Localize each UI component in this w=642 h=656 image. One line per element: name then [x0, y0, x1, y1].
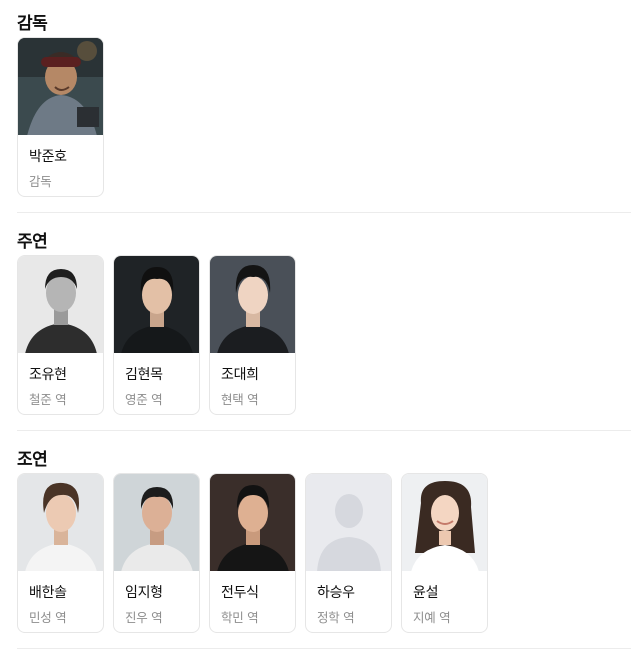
person-name: 김현목	[125, 367, 163, 383]
person-name: 윤설	[413, 585, 439, 601]
section-title-supporting: 조연	[17, 450, 48, 470]
person-name: 박준호	[29, 149, 67, 165]
person-photo	[114, 256, 199, 353]
person-photo	[18, 256, 103, 353]
person-role: 민성 역	[29, 610, 67, 625]
person-card[interactable]: 하승우 정학 역	[305, 473, 392, 633]
person-name: 배한솔	[29, 585, 67, 601]
person-card[interactable]: 박준호 감독	[17, 37, 104, 197]
person-role: 영준 역	[125, 392, 163, 407]
person-card[interactable]: 배한솔 민성 역	[17, 473, 104, 633]
person-card[interactable]: 조대희 현택 역	[209, 255, 296, 415]
person-card[interactable]: 임지형 진우 역	[113, 473, 200, 633]
person-name: 조유현	[29, 367, 67, 383]
person-card[interactable]: 윤설 지예 역	[401, 473, 488, 633]
section-divider	[17, 430, 631, 431]
person-photo	[210, 256, 295, 353]
supporting-section: 조연 배한솔 민성 역 임지형 진우 역 전두식 학민 역 하승우 정학 역 윤…	[17, 448, 631, 633]
person-photo	[18, 474, 103, 571]
person-photo	[210, 474, 295, 571]
person-role: 정학 역	[317, 610, 355, 625]
person-role: 감독	[29, 174, 52, 189]
lead-section: 주연 조유현 철준 역 김현목 영준 역 조대희 현택 역	[17, 230, 631, 415]
person-role: 지예 역	[413, 610, 451, 625]
person-photo	[114, 474, 199, 571]
section-title-lead: 주연	[17, 232, 48, 252]
person-card[interactable]: 김현목 영준 역	[113, 255, 200, 415]
person-photo	[402, 474, 487, 571]
person-photo	[18, 38, 103, 135]
director-section: 감독 박준호 감독	[17, 12, 631, 197]
person-role: 철준 역	[29, 392, 67, 407]
section-divider	[17, 648, 631, 649]
person-role: 학민 역	[221, 610, 259, 625]
person-card[interactable]: 전두식 학민 역	[209, 473, 296, 633]
person-placeholder-photo	[306, 474, 391, 571]
person-name: 임지형	[125, 585, 163, 601]
section-title-director: 감독	[17, 14, 48, 34]
person-name: 하승우	[317, 585, 355, 601]
person-name: 전두식	[221, 585, 259, 601]
section-divider	[17, 212, 631, 213]
person-role: 진우 역	[125, 610, 163, 625]
person-role: 현택 역	[221, 392, 259, 407]
person-card[interactable]: 조유현 철준 역	[17, 255, 104, 415]
person-name: 조대희	[221, 367, 259, 383]
